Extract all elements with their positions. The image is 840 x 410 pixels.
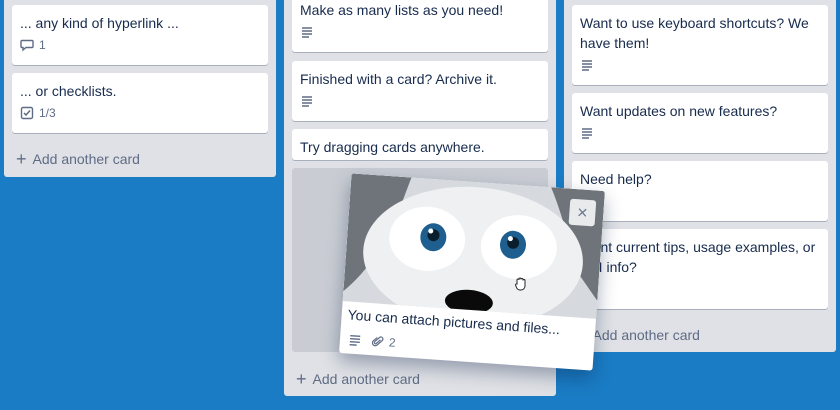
card-title: Want current tips, usage examples, or AP… [580,239,816,275]
card-archive[interactable]: Finished with a card? Archive it. [292,61,548,121]
description-icon [300,25,314,39]
card-updates[interactable]: Want updates on new features? [572,93,828,153]
description-icon [580,58,594,72]
attachments-count: 2 [388,335,397,350]
attachments-badge: 2 [371,334,396,350]
add-card-button[interactable]: + Add another card [288,365,548,393]
add-card-label: Add another card [592,327,700,343]
checklist-badge: 1/3 [20,103,56,123]
card-title: Finished with a card? Archive it. [300,71,497,87]
card-title: ... any kind of hyperlink ... [20,15,179,31]
dragged-card[interactable]: × You can attach pictures and files... 2 [339,173,605,371]
description-icon [580,126,594,140]
comments-badge: 1 [20,35,46,55]
card-dragging[interactable]: Try dragging cards anywhere. [292,129,548,160]
comments-count: 1 [39,38,46,52]
comment-icon [20,38,34,52]
card-title: ... or checklists. [20,83,117,99]
card-keyboard-shortcuts[interactable]: Want to use keyboard shortcuts? We have … [572,5,828,85]
card-current-tips[interactable]: Want current tips, usage examples, or AP… [572,229,828,309]
card-title: Make as many lists as you need! [300,2,504,18]
add-card-button[interactable]: + Add another card [568,321,828,349]
add-card-button[interactable]: + Add another card [8,145,268,173]
card-hyperlink[interactable]: ... any kind of hyperlink ... 1 [12,5,268,65]
card-need-help[interactable]: Need help? [572,161,828,221]
card-title: Want updates on new features? [580,103,778,119]
plus-icon: + [296,369,307,389]
add-card-label: Add another card [32,151,140,167]
paperclip-icon [371,335,385,348]
description-icon [348,333,363,348]
card-title: Need help? [580,171,652,187]
description-icon [300,94,314,108]
grab-cursor-icon [514,276,528,297]
checklist-icon [20,106,34,120]
card-title: Try dragging cards anywhere. [300,139,485,155]
card-make-lists[interactable]: Make as many lists as you need! [292,0,548,52]
card-title: Want to use keyboard shortcuts? We have … [580,15,809,51]
card-cover-image [342,173,605,319]
checklist-count: 1/3 [39,106,56,120]
card-checklists[interactable]: ... or checklists. 1/3 [12,73,268,133]
add-card-label: Add another card [312,371,420,387]
close-icon[interactable]: × [568,198,597,227]
plus-icon: + [16,149,27,169]
